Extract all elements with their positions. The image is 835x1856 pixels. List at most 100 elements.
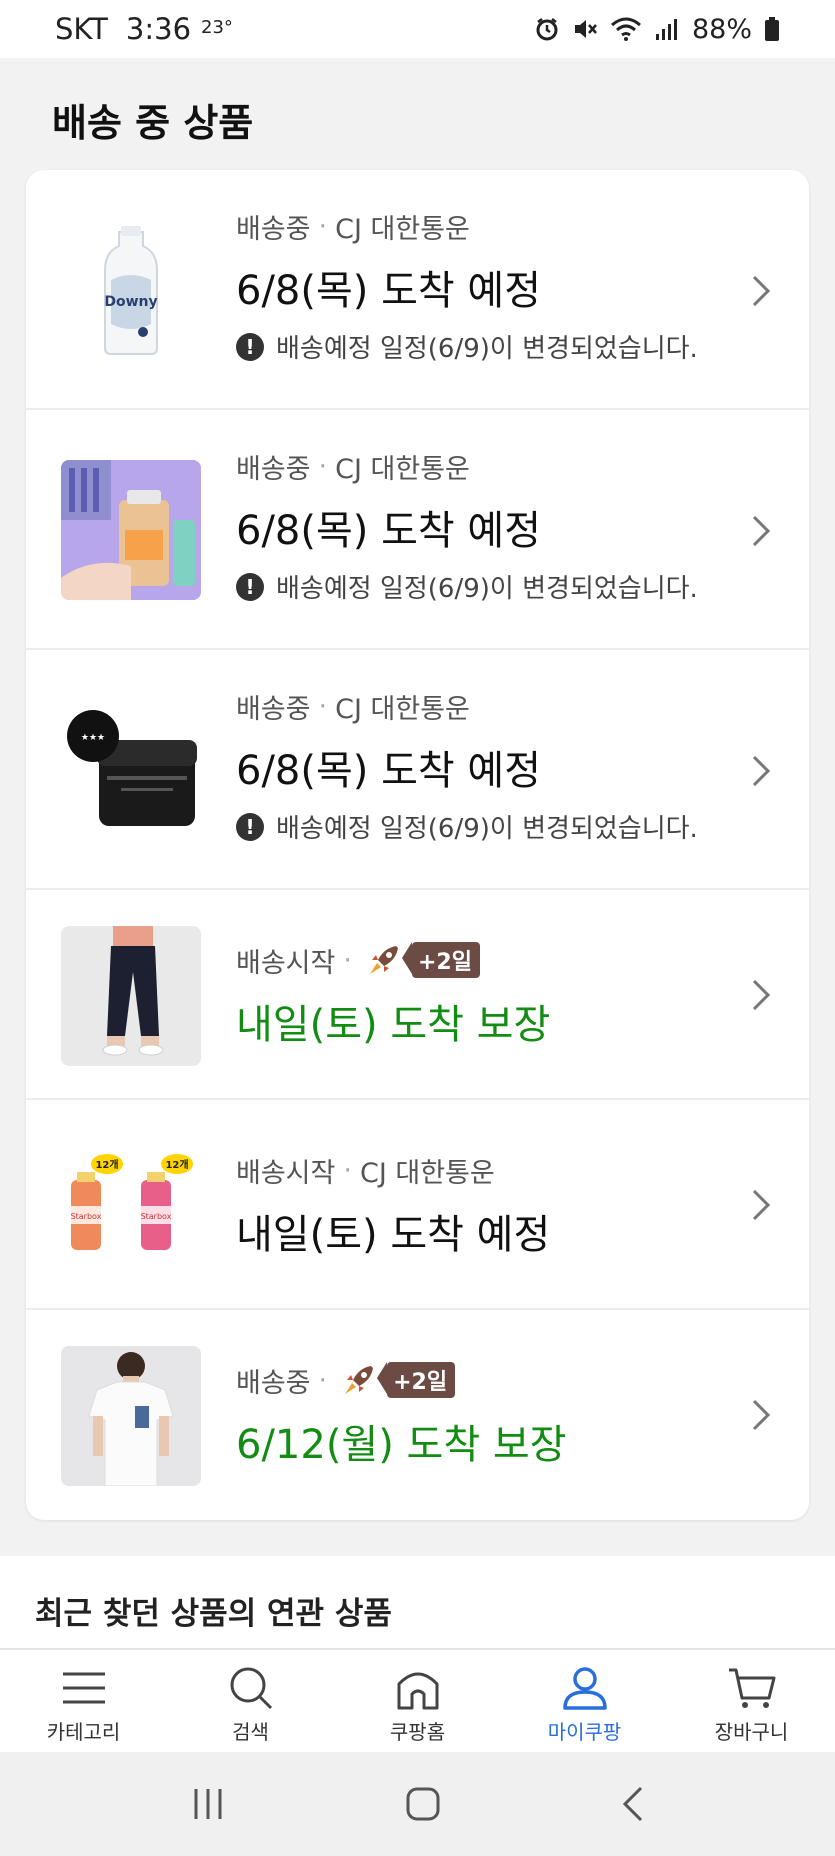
system-nav-bar bbox=[0, 1752, 835, 1856]
related-products-section: 최근 찾던 상품의 연관 상품 bbox=[0, 1556, 835, 1648]
shipment-item[interactable]: ★★★ 배송중 · CJ 대한통운 6/8(목) 도착 예정 ! 배송예정 일정… bbox=[26, 650, 809, 890]
separator-dot: · bbox=[318, 690, 328, 722]
arrival-date: 6/8(목) 도착 예정 bbox=[236, 748, 542, 794]
separator-dot: · bbox=[343, 944, 352, 976]
nav-label: 마이쿠팡 bbox=[547, 1720, 622, 1744]
recent-apps-icon[interactable] bbox=[190, 1787, 226, 1821]
person-icon bbox=[562, 1667, 607, 1710]
quantity-tag: 12개 bbox=[95, 1158, 118, 1171]
page-title: 배송 중 상품 bbox=[52, 101, 254, 145]
nav-label: 쿠팡홈 bbox=[389, 1720, 446, 1744]
product-image-downy: Downy bbox=[61, 220, 201, 360]
shipment-info: 배송중 · CJ 대한통운 6/8(목) 도착 예정 ! 배송예정 일정(6/9… bbox=[236, 448, 729, 605]
arrival-date: 6/8(목) 도착 예정 bbox=[236, 508, 542, 554]
drink-label: Starbox bbox=[141, 1212, 172, 1221]
rocket-delivery-badge: +2일 bbox=[341, 1362, 456, 1398]
alarm-icon bbox=[536, 18, 558, 41]
nav-cart[interactable]: 장바구니 bbox=[668, 1650, 835, 1752]
nav-category[interactable]: 카테고리 bbox=[0, 1650, 167, 1752]
shipment-item[interactable]: 배송중 · CJ 대한통운 6/8(목) 도착 예정 ! 배송예정 일정(6/9… bbox=[26, 410, 809, 650]
cart-icon bbox=[728, 1668, 775, 1708]
search-icon bbox=[230, 1667, 272, 1710]
svg-text:★★★: ★★★ bbox=[81, 733, 105, 743]
shipment-item[interactable]: 배송중 · +2일 6/12(월) 도착 보장 bbox=[26, 1310, 809, 1520]
arrival-guarantee: 6/12(월) 도착 보장 bbox=[236, 1422, 567, 1468]
shipment-status-line: 배송시작 · CJ 대한통운 bbox=[236, 1152, 729, 1189]
chevron-right-icon bbox=[752, 515, 771, 547]
product-image-pants bbox=[61, 926, 201, 1066]
shipment-status-line: 배송중 · CJ 대한통운 bbox=[236, 208, 729, 245]
shipment-item[interactable]: 배송시작 · +2일 내일(토) 도착 보장 bbox=[26, 890, 809, 1100]
menu-icon bbox=[62, 1672, 105, 1704]
notice-text: 배송예정 일정(6/9)이 변경되었습니다. bbox=[276, 574, 698, 604]
shipment-list: Downy 배송중 · CJ 대한통운 6/8(목) 도착 예정 ! 배송예정 … bbox=[26, 170, 809, 1520]
carrier-label: CJ 대한통운 bbox=[359, 1157, 495, 1189]
shipment-status: 배송시작 bbox=[236, 947, 336, 979]
shipment-status-line: 배송중 · CJ 대한통운 bbox=[236, 448, 729, 485]
arrival-date: 6/8(목) 도착 예정 bbox=[236, 268, 542, 314]
nav-my-coupang[interactable]: 마이쿠팡 bbox=[501, 1650, 668, 1752]
carrier-label: CJ 대한통운 bbox=[335, 693, 470, 725]
shipment-info: 배송중 · +2일 6/12(월) 도착 보장 bbox=[236, 1362, 729, 1470]
shipment-status-line: 배송중 · +2일 bbox=[236, 1362, 729, 1399]
chevron-right-icon bbox=[752, 755, 771, 787]
chevron-right-icon bbox=[752, 979, 771, 1011]
product-image-drinks: Starbox Starbox 12개 12개 bbox=[61, 1136, 201, 1276]
back-icon[interactable] bbox=[621, 1786, 645, 1822]
nav-label: 장바구니 bbox=[714, 1720, 789, 1744]
shipment-status: 배송중 bbox=[236, 453, 311, 485]
mute-icon bbox=[574, 20, 597, 38]
home-button-icon[interactable] bbox=[405, 1786, 441, 1822]
nav-label: 검색 bbox=[232, 1720, 269, 1744]
svg-text:Downy: Downy bbox=[104, 294, 157, 310]
shipment-status: 배송중 bbox=[236, 213, 311, 245]
battery-level: 88% bbox=[691, 13, 752, 45]
carrier-name: SKT bbox=[55, 12, 108, 46]
shipment-item[interactable]: Downy 배송중 · CJ 대한통운 6/8(목) 도착 예정 ! 배송예정 … bbox=[26, 170, 809, 410]
chevron-right-icon bbox=[752, 1189, 771, 1221]
shipment-status: 배송시작 bbox=[236, 1157, 336, 1189]
product-image-hair-wax: ★★★ bbox=[61, 700, 201, 840]
quantity-tag: 12개 bbox=[165, 1158, 188, 1171]
extra-days-badge: +2일 bbox=[377, 1362, 456, 1398]
rocket-icon bbox=[369, 946, 398, 974]
battery-icon bbox=[765, 17, 779, 41]
warning-icon: ! bbox=[236, 812, 264, 841]
nav-search[interactable]: 검색 bbox=[167, 1650, 334, 1752]
separator-dot: · bbox=[318, 1364, 328, 1396]
extra-days-badge: +2일 bbox=[401, 942, 480, 978]
clock: 3:36 bbox=[125, 12, 192, 46]
rocket-icon bbox=[345, 1366, 374, 1394]
drink-label: Starbox bbox=[71, 1212, 102, 1221]
warning-icon: ! bbox=[236, 572, 264, 601]
warning-icon: ! bbox=[236, 332, 264, 361]
separator-dot: · bbox=[318, 450, 328, 482]
nav-label: 카테고리 bbox=[46, 1720, 121, 1744]
temperature: 23° bbox=[201, 16, 233, 38]
chevron-right-icon bbox=[752, 275, 771, 307]
nav-home[interactable]: 쿠팡홈 bbox=[334, 1650, 501, 1752]
bottom-nav: 카테고리 검색 쿠팡홈 마이쿠팡 장바구니 bbox=[0, 1648, 835, 1752]
related-products-title: 최근 찾던 상품의 연관 상품 bbox=[35, 1596, 392, 1632]
shipment-item[interactable]: Starbox Starbox 12개 12개 배송시작 · CJ 대한통운 내… bbox=[26, 1100, 809, 1310]
shipment-status: 배송중 bbox=[236, 693, 311, 725]
shipment-status: 배송중 bbox=[236, 1367, 311, 1399]
status-right: 88% bbox=[534, 14, 780, 45]
status-bar: SKT 3:36 23° 88% bbox=[0, 0, 835, 58]
shipment-status-line: 배송시작 · +2일 bbox=[236, 942, 729, 979]
shipment-info: 배송중 · CJ 대한통운 6/8(목) 도착 예정 ! 배송예정 일정(6/9… bbox=[236, 208, 729, 365]
shipment-status-line: 배송중 · CJ 대한통운 bbox=[236, 688, 729, 725]
shipment-info: 배송시작 · CJ 대한통운 내일(토) 도착 예정 bbox=[236, 1152, 729, 1260]
schedule-notice: ! 배송예정 일정(6/9)이 변경되었습니다. bbox=[236, 328, 729, 365]
shipment-info: 배송중 · CJ 대한통운 6/8(목) 도착 예정 ! 배송예정 일정(6/9… bbox=[236, 688, 729, 845]
signal-icon bbox=[655, 19, 677, 40]
arrival-date: 내일(토) 도착 예정 bbox=[236, 1212, 551, 1258]
product-image-shampoo bbox=[61, 460, 201, 600]
schedule-notice: ! 배송예정 일정(6/9)이 변경되었습니다. bbox=[236, 808, 729, 845]
chevron-right-icon bbox=[752, 1399, 771, 1431]
status-left: SKT 3:36 23° bbox=[55, 12, 233, 46]
separator-dot: · bbox=[343, 1154, 352, 1186]
carrier-label: CJ 대한통운 bbox=[335, 213, 470, 245]
separator-dot: · bbox=[318, 210, 328, 242]
schedule-notice: ! 배송예정 일정(6/9)이 변경되었습니다. bbox=[236, 568, 729, 605]
